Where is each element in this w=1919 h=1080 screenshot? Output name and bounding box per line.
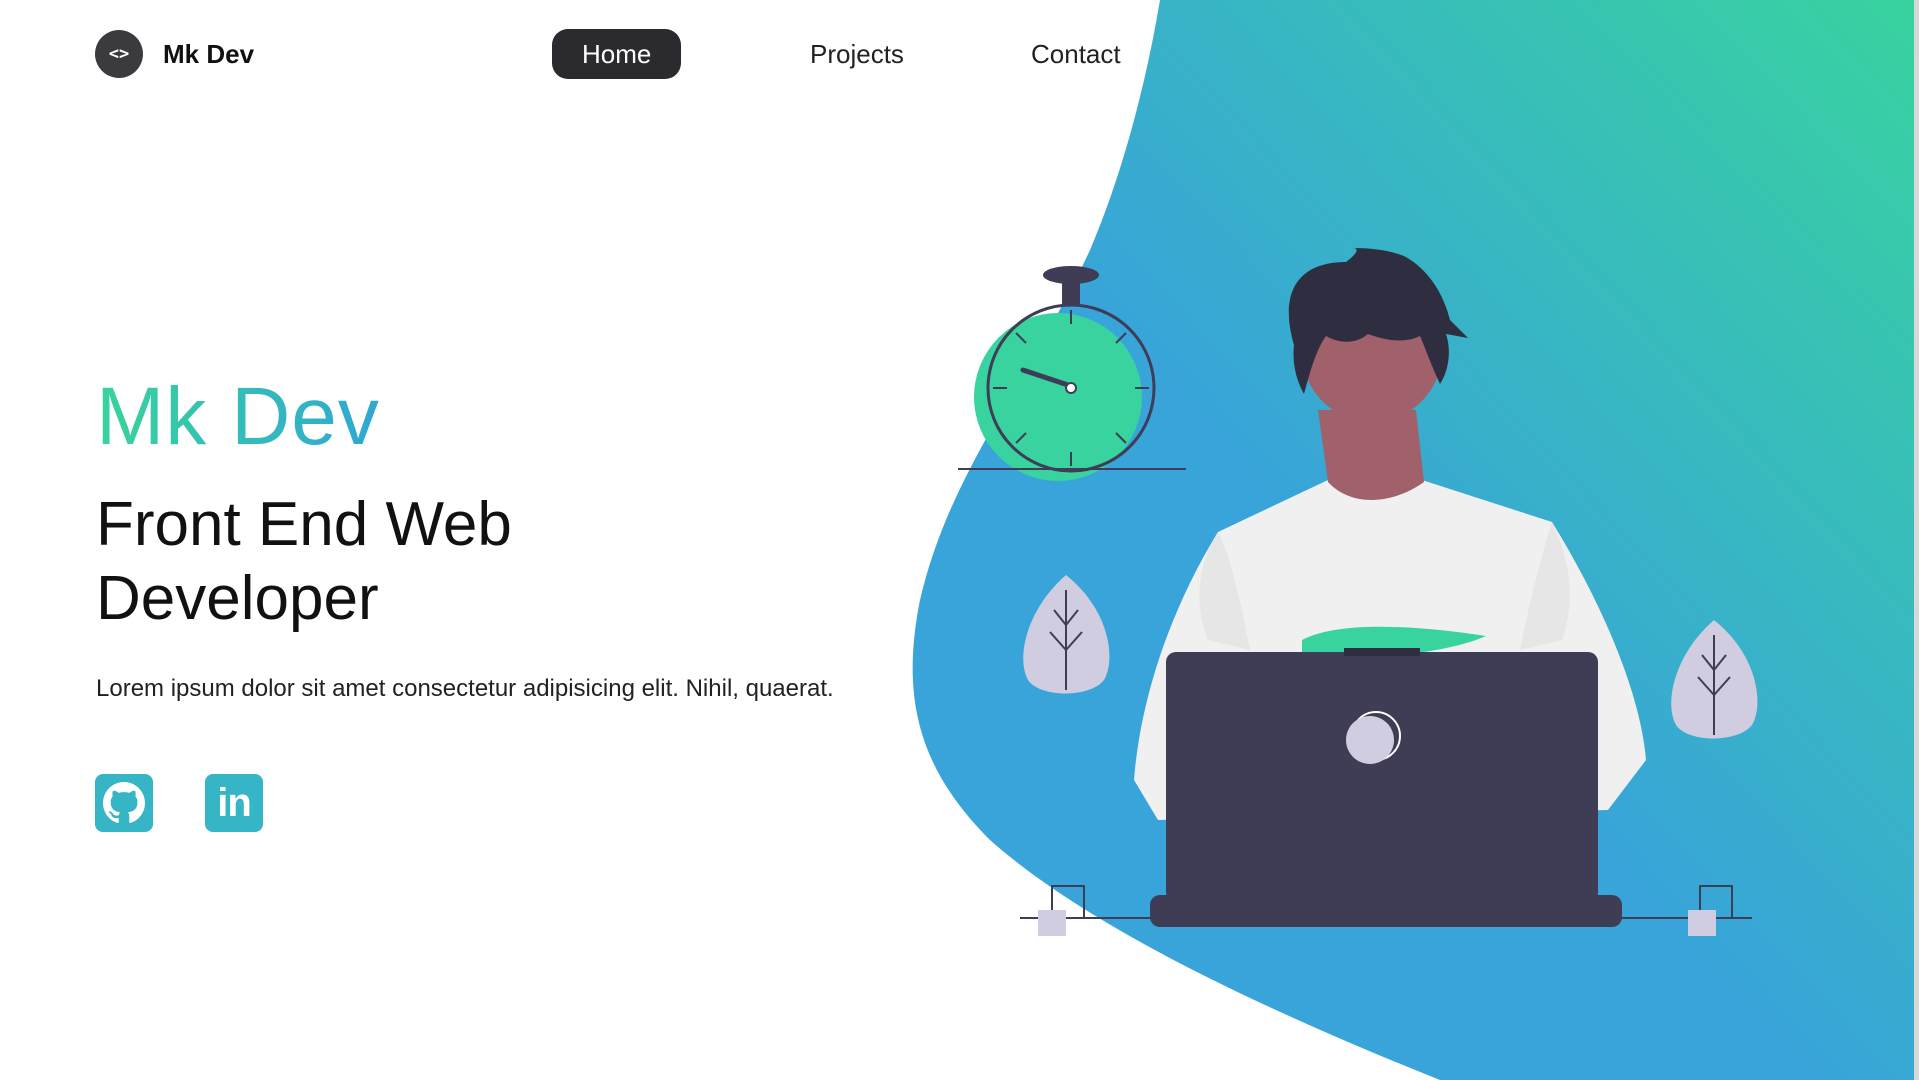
nav-link-home[interactable]: Home	[552, 29, 682, 79]
scrollbar[interactable]	[1914, 0, 1919, 1080]
hero-role-line1: Front End Web	[96, 490, 512, 559]
hero-title: Mk Dev	[96, 371, 380, 462]
github-button[interactable]	[95, 774, 153, 832]
top-navbar: <> Mk Dev Home Projects Contact	[0, 0, 1919, 110]
linkedin-button[interactable]: in	[205, 774, 263, 832]
nav-link-projects[interactable]: Projects	[810, 29, 904, 79]
brand-name: Mk Dev	[163, 38, 255, 69]
linkedin-icon: in	[217, 781, 252, 825]
hero-description: Lorem ipsum dolor sit amet consectetur a…	[96, 675, 834, 702]
github-icon	[103, 782, 145, 823]
code-logo-icon: <>	[95, 30, 143, 78]
nav-link-contact[interactable]: Contact	[1031, 29, 1121, 79]
brand[interactable]: <> Mk Dev	[95, 30, 254, 78]
hero-role: Front End Web Developer	[96, 488, 696, 636]
hero-role-line2: Developer	[96, 564, 379, 633]
